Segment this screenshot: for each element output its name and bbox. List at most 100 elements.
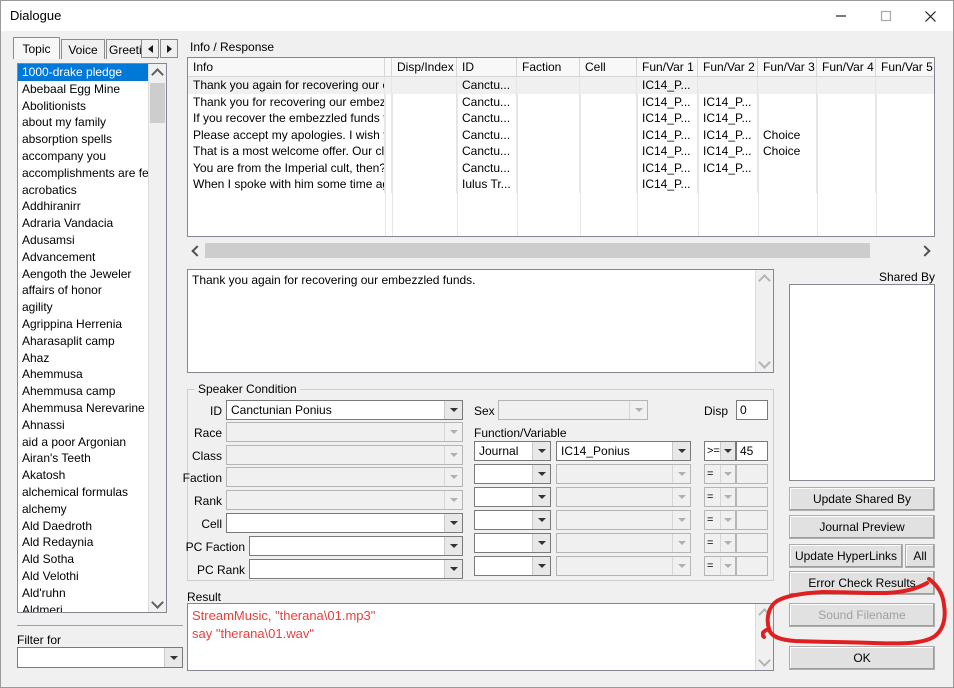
tab-scroll-next-button[interactable] bbox=[160, 39, 178, 58]
topic-list-item[interactable]: Ald Sotha bbox=[18, 551, 149, 568]
funcvar-function-combo[interactable] bbox=[474, 464, 551, 484]
chevron-down-icon[interactable] bbox=[720, 557, 735, 575]
sound-filename-button[interactable]: Sound Filename bbox=[789, 603, 935, 627]
topic-list-item[interactable]: Abolitionists bbox=[18, 98, 149, 115]
info-response-hscrollbar[interactable] bbox=[187, 242, 935, 259]
topic-list-item[interactable]: Ahnassi bbox=[18, 417, 149, 434]
funcvar-variable-combo[interactable] bbox=[556, 533, 691, 553]
chevron-down-icon[interactable] bbox=[672, 534, 690, 552]
funcvar-operator-combo[interactable]: = bbox=[704, 487, 736, 507]
chevron-down-icon[interactable] bbox=[720, 534, 735, 552]
chevron-down-icon[interactable] bbox=[720, 465, 735, 483]
shared-by-list[interactable] bbox=[789, 284, 935, 481]
chevron-down-icon[interactable] bbox=[444, 491, 462, 509]
funcvar-operator-combo[interactable]: >= bbox=[704, 441, 736, 461]
funcvar-function-combo[interactable] bbox=[474, 556, 551, 576]
column-header[interactable]: Faction bbox=[517, 58, 580, 77]
update-shared-by-button[interactable]: Update Shared By bbox=[789, 487, 935, 511]
funcvar-variable-combo[interactable] bbox=[556, 510, 691, 530]
table-row[interactable]: If you recover the embezzled funds fro..… bbox=[188, 110, 934, 127]
chevron-down-icon[interactable] bbox=[629, 401, 647, 419]
table-row[interactable]: Thank you again for recovering our em...… bbox=[188, 77, 934, 94]
funcvar-function-combo[interactable] bbox=[474, 533, 551, 553]
topic-list-item[interactable]: Ahaz bbox=[18, 350, 149, 367]
topic-list-item[interactable]: Advancement bbox=[18, 249, 149, 266]
chevron-down-icon[interactable] bbox=[532, 465, 550, 483]
scroll-down-button[interactable] bbox=[756, 355, 773, 372]
hscrollbar-thumb[interactable] bbox=[205, 243, 870, 258]
all-button[interactable]: All bbox=[905, 544, 935, 568]
chevron-down-icon[interactable] bbox=[444, 537, 462, 555]
topic-list-item[interactable]: about my family bbox=[18, 114, 149, 131]
tab-topic[interactable]: Topic bbox=[13, 37, 60, 59]
topic-list-item[interactable]: Ahemmusa bbox=[18, 366, 149, 383]
topic-list-item[interactable]: Abebaal Egg Mine bbox=[18, 81, 149, 98]
speaker-field-combo[interactable]: Canctunian Ponius bbox=[226, 400, 463, 420]
chevron-down-icon[interactable] bbox=[444, 401, 462, 419]
chevron-down-icon[interactable] bbox=[532, 511, 550, 529]
table-row[interactable]: That is a most welcome offer. Our clerk.… bbox=[188, 143, 934, 160]
scroll-up-button[interactable] bbox=[149, 64, 166, 81]
funcvar-value-input[interactable] bbox=[736, 487, 768, 507]
funcvar-operator-combo[interactable]: = bbox=[704, 533, 736, 553]
table-row[interactable]: You are from the Imperial cult, then? I'… bbox=[188, 159, 934, 176]
topic-list-item[interactable]: accomplishments are few bbox=[18, 165, 149, 182]
speaker-field-combo[interactable] bbox=[226, 445, 463, 465]
topic-list-item[interactable]: acrobatics bbox=[18, 182, 149, 199]
chevron-down-icon[interactable] bbox=[720, 488, 735, 506]
chevron-down-icon[interactable] bbox=[444, 560, 462, 578]
journal-preview-button[interactable]: Journal Preview bbox=[789, 515, 935, 539]
topic-list-item[interactable]: Adraria Vandacia bbox=[18, 215, 149, 232]
topic-list-item[interactable]: 1000-drake pledge bbox=[18, 64, 149, 81]
topic-list-item[interactable]: Adusamsi bbox=[18, 232, 149, 249]
topic-list-item[interactable]: Ald Daedroth bbox=[18, 518, 149, 535]
topic-list-item[interactable]: Airan's Teeth bbox=[18, 450, 149, 467]
column-header[interactable]: Fun/Var 2 bbox=[698, 58, 758, 77]
column-header[interactable]: Fun/Var 1 bbox=[637, 58, 698, 77]
topic-list-item[interactable]: Aldmeri bbox=[18, 602, 149, 613]
scroll-down-button[interactable] bbox=[149, 595, 166, 612]
column-header[interactable]: Info bbox=[188, 58, 385, 77]
chevron-down-icon[interactable] bbox=[444, 446, 462, 464]
table-row[interactable]: Please accept my apologies. I wish thin.… bbox=[188, 126, 934, 143]
chevron-down-icon[interactable] bbox=[444, 468, 462, 486]
update-hyperlinks-button[interactable]: Update HyperLinks bbox=[789, 544, 903, 568]
column-header[interactable]: ID bbox=[457, 58, 517, 77]
scroll-right-button[interactable] bbox=[918, 242, 935, 259]
chevron-down-icon[interactable] bbox=[720, 511, 735, 529]
result-scrollbar[interactable] bbox=[755, 604, 773, 670]
funcvar-operator-combo[interactable]: = bbox=[704, 556, 736, 576]
error-check-results-button[interactable]: Error Check Results bbox=[789, 571, 935, 595]
sex-combo[interactable] bbox=[498, 400, 648, 420]
chevron-down-icon[interactable] bbox=[444, 514, 462, 532]
maximize-button[interactable] bbox=[863, 1, 908, 31]
topic-list-item[interactable]: alchemy bbox=[18, 501, 149, 518]
result-text-area[interactable]: StreamMusic, "therana\01.mp3" say "thera… bbox=[187, 603, 774, 671]
funcvar-value-input[interactable] bbox=[736, 556, 768, 576]
speaker-field-combo[interactable] bbox=[249, 536, 463, 556]
funcvar-operator-combo[interactable]: = bbox=[704, 510, 736, 530]
table-row[interactable]: Thank you for recovering our embezzle...… bbox=[188, 93, 934, 110]
column-header[interactable] bbox=[385, 58, 392, 77]
close-button[interactable] bbox=[908, 1, 953, 31]
topic-list-item[interactable]: agility bbox=[18, 299, 149, 316]
ok-button[interactable]: OK bbox=[789, 646, 935, 670]
topic-list-item[interactable]: Akatosh bbox=[18, 467, 149, 484]
minimize-button[interactable] bbox=[818, 1, 863, 31]
funcvar-function-combo[interactable] bbox=[474, 510, 551, 530]
speaker-field-combo[interactable] bbox=[226, 490, 463, 510]
chevron-down-icon[interactable] bbox=[532, 488, 550, 506]
funcvar-value-input[interactable] bbox=[736, 510, 768, 530]
topic-list-item[interactable]: Ald Velothi bbox=[18, 568, 149, 585]
funcvar-value-input[interactable] bbox=[736, 464, 768, 484]
column-header[interactable]: Cell bbox=[580, 58, 637, 77]
funcvar-variable-combo[interactable] bbox=[556, 487, 691, 507]
tab-scroll-prev-button[interactable] bbox=[141, 39, 159, 58]
chevron-down-icon[interactable] bbox=[672, 488, 690, 506]
info-text-scrollbar[interactable] bbox=[755, 270, 773, 372]
funcvar-function-combo[interactable]: Journal bbox=[474, 441, 551, 461]
chevron-down-icon[interactable] bbox=[164, 648, 182, 667]
topic-list-item[interactable]: Ald Redaynia bbox=[18, 534, 149, 551]
scrollbar-thumb[interactable] bbox=[150, 83, 165, 123]
topic-list-item[interactable]: Agrippina Herrenia bbox=[18, 316, 149, 333]
